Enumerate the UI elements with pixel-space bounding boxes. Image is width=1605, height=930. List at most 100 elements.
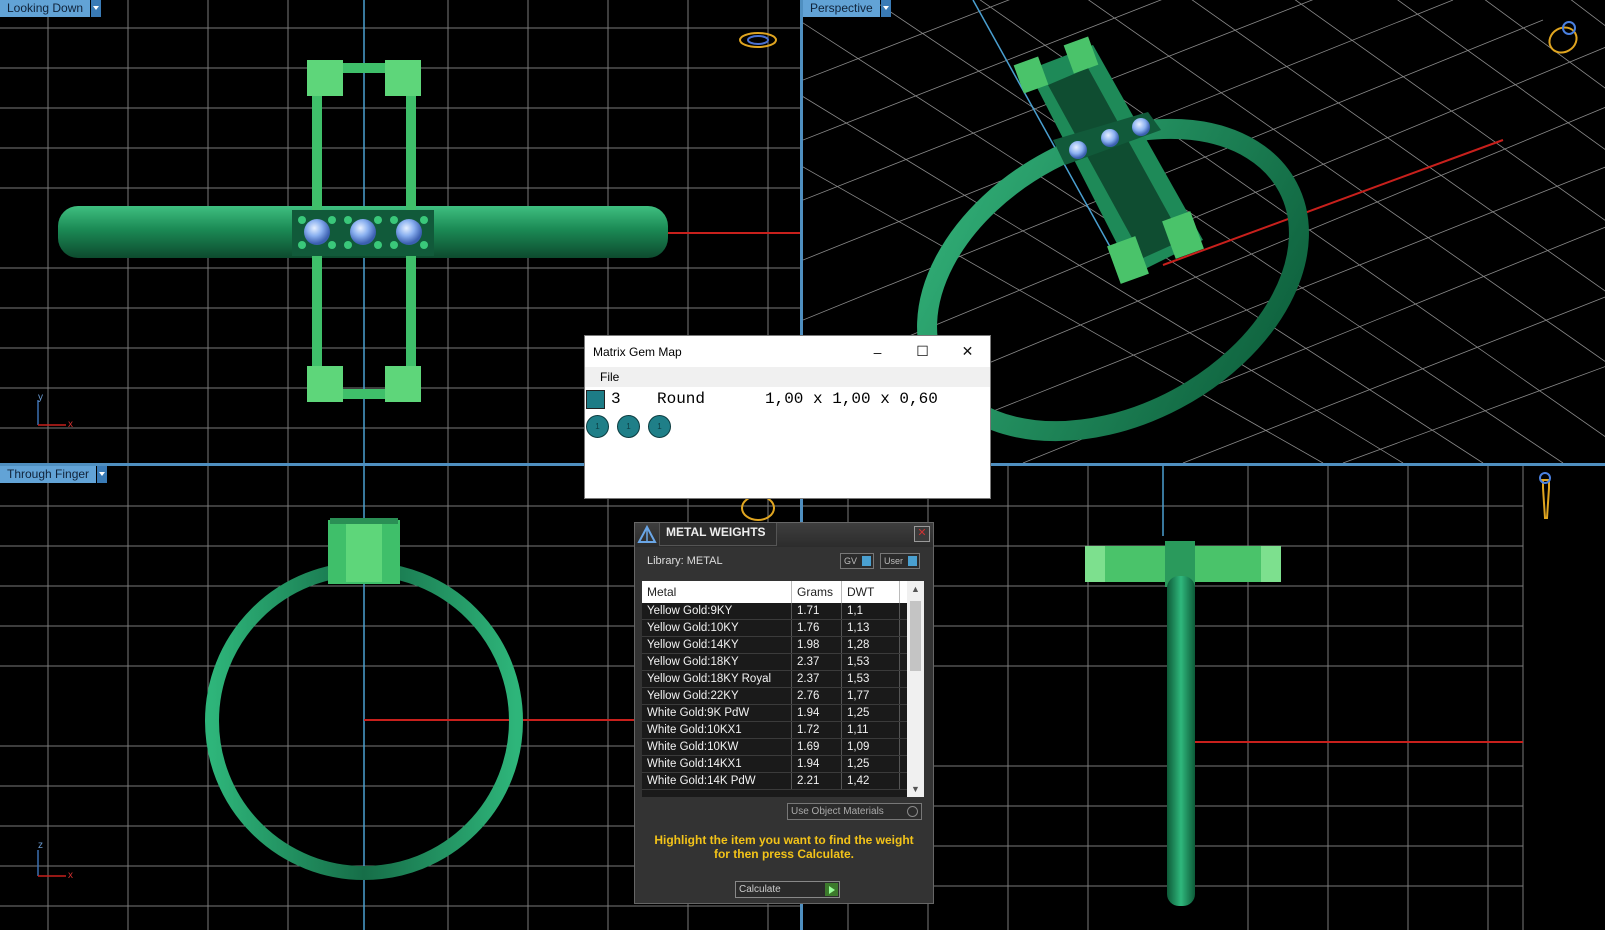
grams-cell: 1.69: [792, 739, 842, 755]
metal-cell: Yellow Gold:9KY: [642, 603, 792, 619]
gem-size: 1,00 x 1,00 x 0,60: [765, 390, 938, 408]
grams-cell: 2.37: [792, 654, 842, 670]
gem-color-swatch[interactable]: [586, 389, 605, 409]
view-orientation-icon[interactable]: [1541, 479, 1550, 519]
matrix-logo-icon: [635, 523, 659, 547]
ring-band: [1167, 576, 1195, 906]
viewport-menu-chevron-down-icon[interactable]: [91, 0, 102, 17]
viewport-menu-chevron-down-icon[interactable]: [880, 0, 891, 17]
dwt-cell: 1,77: [842, 688, 900, 704]
table-row[interactable]: White Gold:10KX1 1.72 1,11: [642, 722, 924, 739]
gem-icon[interactable]: 1: [586, 415, 609, 438]
table-scrollbar[interactable]: ▲ ▼: [907, 581, 924, 797]
grams-cell: 1.72: [792, 722, 842, 738]
maximize-button[interactable]: ☐: [900, 336, 945, 367]
grams-cell: 1.94: [792, 705, 842, 721]
calculate-button[interactable]: Calculate: [735, 881, 840, 898]
metal-cell: White Gold:9K PdW: [642, 705, 792, 721]
table-row[interactable]: Yellow Gold:18KY 2.37 1,53: [642, 654, 924, 671]
axis-x-label: x: [68, 419, 73, 430]
metal-cell: White Gold:14KX1: [642, 756, 792, 772]
metal-weights-panel[interactable]: METAL WEIGHTS ✕ Library: METAL GV User M…: [634, 522, 934, 904]
viewport-label-text: Perspective: [803, 0, 880, 17]
table-row[interactable]: White Gold:14KX1 1.94 1,25: [642, 756, 924, 773]
table-row[interactable]: Yellow Gold:10KY 1.76 1,13: [642, 620, 924, 637]
viewport-label-text: Looking Down: [0, 0, 91, 17]
grams-cell: 1.71: [792, 603, 842, 619]
dwt-cell: 1,09: [842, 739, 900, 755]
metal-cell: Yellow Gold:10KY: [642, 620, 792, 636]
close-button[interactable]: ✕: [914, 526, 930, 542]
use-object-materials-toggle[interactable]: Use Object Materials: [787, 803, 922, 820]
dwt-cell: 1,53: [842, 654, 900, 670]
axis-y-label: y: [38, 392, 43, 403]
menu-file[interactable]: File: [600, 370, 619, 384]
gem-count: 3: [611, 390, 621, 408]
gem-map-window[interactable]: Matrix Gem Map – ☐ ✕ File 3 Round 1,00 x…: [584, 335, 991, 499]
dwt-cell: 1,1: [842, 603, 900, 619]
viewport-label-perspective[interactable]: Perspective: [803, 0, 891, 17]
metal-cell: Yellow Gold:22KY: [642, 688, 792, 704]
use-object-materials-label: Use Object Materials: [791, 806, 884, 817]
viewport-label-through-finger[interactable]: Through Finger: [0, 466, 108, 483]
dwt-cell: 1,42: [842, 773, 900, 789]
table-row[interactable]: Yellow Gold:18KY Royal 2.37 1,53: [642, 671, 924, 688]
gv-toggle[interactable]: GV: [840, 553, 875, 569]
grams-cell: 2.21: [792, 773, 842, 789]
viewport-label-text: Through Finger: [0, 466, 97, 483]
scroll-down-icon[interactable]: ▼: [907, 781, 924, 797]
grams-cell: 1.98: [792, 637, 842, 653]
dwt-cell: 1,25: [842, 705, 900, 721]
gem-row[interactable]: 3 Round 1,00 x 1,00 x 0,60: [585, 387, 990, 411]
table-row[interactable]: Yellow Gold:9KY 1.71 1,1: [642, 603, 924, 620]
instruction-text: Highlight the item you want to find the …: [654, 833, 914, 861]
metal-table[interactable]: Metal Grams DWT Yellow Gold:9KY 1.71 1,1 Ye…: [642, 581, 924, 797]
radio-indicator: [907, 806, 918, 817]
window-title: Matrix Gem Map: [593, 344, 682, 359]
user-toggle-label: User: [884, 556, 904, 566]
calculate-label: Calculate: [739, 884, 781, 895]
metal-cell: White Gold:10KW: [642, 739, 792, 755]
dwt-cell: 1,11: [842, 722, 900, 738]
viewport-menu-chevron-down-icon[interactable]: [97, 466, 108, 483]
dwt-cell: 1,28: [842, 637, 900, 653]
metal-cell: Yellow Gold:14KY: [642, 637, 792, 653]
axis-z-label: z: [38, 840, 43, 851]
axis-x-label: x: [68, 870, 73, 881]
gem-icon[interactable]: 1: [648, 415, 671, 438]
minimize-button[interactable]: –: [855, 336, 900, 367]
view-orientation-icon[interactable]: [741, 495, 775, 521]
table-row[interactable]: White Gold:14K PdW 2.21 1,42: [642, 773, 924, 790]
user-toggle[interactable]: User: [880, 553, 921, 569]
grams-cell: 1.76: [792, 620, 842, 636]
scroll-up-icon[interactable]: ▲: [907, 581, 924, 597]
viewport-label-looking-down[interactable]: Looking Down: [0, 0, 102, 17]
scroll-thumb[interactable]: [910, 601, 921, 671]
grams-cell: 1.94: [792, 756, 842, 772]
play-icon: [825, 883, 838, 896]
table-row[interactable]: White Gold:9K PdW 1.94 1,25: [642, 705, 924, 722]
table-header: Metal Grams DWT: [642, 581, 924, 603]
library-row: Library: METAL GV User: [635, 547, 933, 575]
menu-bar: File: [585, 367, 990, 387]
dwt-cell: 1,13: [842, 620, 900, 636]
column-metal[interactable]: Metal: [642, 581, 792, 603]
grams-cell: 2.37: [792, 671, 842, 687]
column-dwt[interactable]: DWT: [842, 581, 900, 603]
close-button[interactable]: ✕: [945, 336, 990, 367]
gem-shape: Round: [657, 390, 706, 408]
gem-icon[interactable]: 1: [617, 415, 640, 438]
gv-toggle-label: GV: [844, 556, 858, 566]
metal-cell: White Gold:14K PdW: [642, 773, 792, 789]
grams-cell: 2.76: [792, 688, 842, 704]
metal-cell: Yellow Gold:18KY Royal: [642, 671, 792, 687]
metal-weights-header[interactable]: METAL WEIGHTS ✕: [635, 523, 933, 547]
column-grams[interactable]: Grams: [792, 581, 842, 603]
gem-icons: 1 1 1: [585, 415, 990, 438]
table-row[interactable]: Yellow Gold:22KY 2.76 1,77: [642, 688, 924, 705]
gem-map-titlebar[interactable]: Matrix Gem Map – ☐ ✕: [585, 336, 990, 367]
table-row[interactable]: Yellow Gold:14KY 1.98 1,28: [642, 637, 924, 654]
table-row[interactable]: White Gold:10KW 1.69 1,09: [642, 739, 924, 756]
metal-cell: White Gold:10KX1: [642, 722, 792, 738]
metal-cell: Yellow Gold:18KY: [642, 654, 792, 670]
